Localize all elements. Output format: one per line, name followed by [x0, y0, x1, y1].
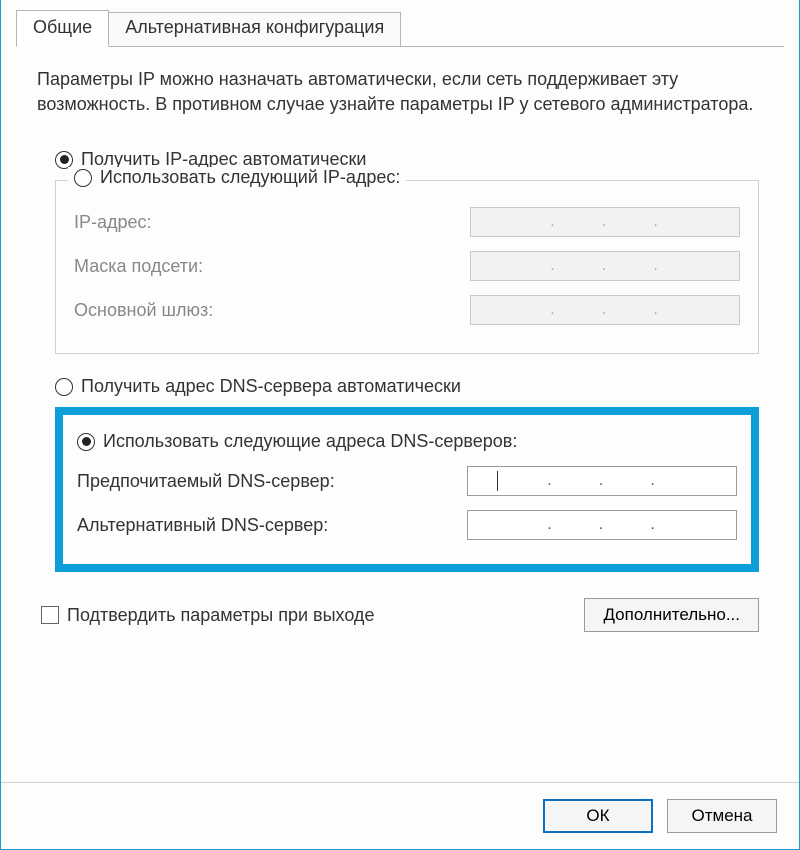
validate-checkbox-label: Подтвердить параметры при выходе	[67, 605, 374, 626]
dns-auto-radio-row[interactable]: Получить адрес DNS-сервера автоматически	[55, 376, 759, 397]
gateway-label: Основной шлюз:	[74, 300, 213, 321]
dns-manual-label: Использовать следующие адреса DNS-сервер…	[103, 431, 517, 452]
alternate-dns-row: Альтернативный DNS-сервер:	[77, 510, 737, 540]
subnet-mask-label: Маска подсети:	[74, 256, 203, 277]
advanced-button[interactable]: Дополнительно...	[584, 598, 759, 632]
ipv4-properties-dialog: Общие Альтернативная конфигурация Параме…	[0, 0, 800, 850]
preferred-dns-input[interactable]	[467, 466, 737, 496]
radio-icon	[55, 151, 73, 169]
ip-manual-label: Использовать следующий IP-адрес:	[100, 167, 400, 188]
dns-section: Получить адрес DNS-сервера автоматически…	[37, 376, 763, 592]
radio-icon	[55, 378, 73, 396]
ip-manual-group: Использовать следующий IP-адрес: IP-адре…	[55, 180, 759, 354]
ip-address-input	[470, 207, 740, 237]
preferred-dns-row: Предпочитаемый DNS-сервер:	[77, 466, 737, 496]
ip-section: Получить IP-адрес автоматически Использо…	[37, 149, 763, 376]
gateway-input	[470, 295, 740, 325]
dialog-footer: ОК Отмена	[1, 782, 799, 849]
dialog-body: Параметры IP можно назначать автоматичес…	[1, 47, 799, 782]
bottom-row: Подтвердить параметры при выходе Дополни…	[37, 598, 763, 632]
alternate-dns-label: Альтернативный DNS-сервер:	[77, 515, 328, 536]
gateway-row: Основной шлюз:	[74, 295, 740, 325]
dns-auto-label: Получить адрес DNS-сервера автоматически	[81, 376, 461, 397]
ip-address-label: IP-адрес:	[74, 212, 152, 233]
ok-button[interactable]: ОК	[543, 799, 653, 833]
subnet-mask-input	[470, 251, 740, 281]
cancel-button[interactable]: Отмена	[667, 799, 777, 833]
tab-underline	[16, 46, 784, 47]
ip-address-row: IP-адрес:	[74, 207, 740, 237]
text-cursor-icon	[497, 471, 498, 491]
dns-manual-highlight: Использовать следующие адреса DNS-сервер…	[55, 407, 759, 572]
checkbox-icon	[41, 606, 59, 624]
tab-bar: Общие Альтернативная конфигурация	[1, 0, 799, 47]
preferred-dns-label: Предпочитаемый DNS-сервер:	[77, 471, 335, 492]
tab-alternate[interactable]: Альтернативная конфигурация	[109, 12, 401, 47]
radio-icon	[74, 169, 92, 187]
tab-general[interactable]: Общие	[16, 10, 109, 47]
description-text: Параметры IP можно назначать автоматичес…	[37, 67, 763, 117]
ip-manual-radio-row[interactable]: Использовать следующий IP-адрес:	[68, 167, 406, 188]
alternate-dns-input[interactable]	[467, 510, 737, 540]
subnet-mask-row: Маска подсети:	[74, 251, 740, 281]
dns-manual-radio-row[interactable]: Использовать следующие адреса DNS-сервер…	[77, 431, 737, 452]
validate-checkbox-row[interactable]: Подтвердить параметры при выходе	[41, 605, 374, 626]
radio-icon	[77, 433, 95, 451]
